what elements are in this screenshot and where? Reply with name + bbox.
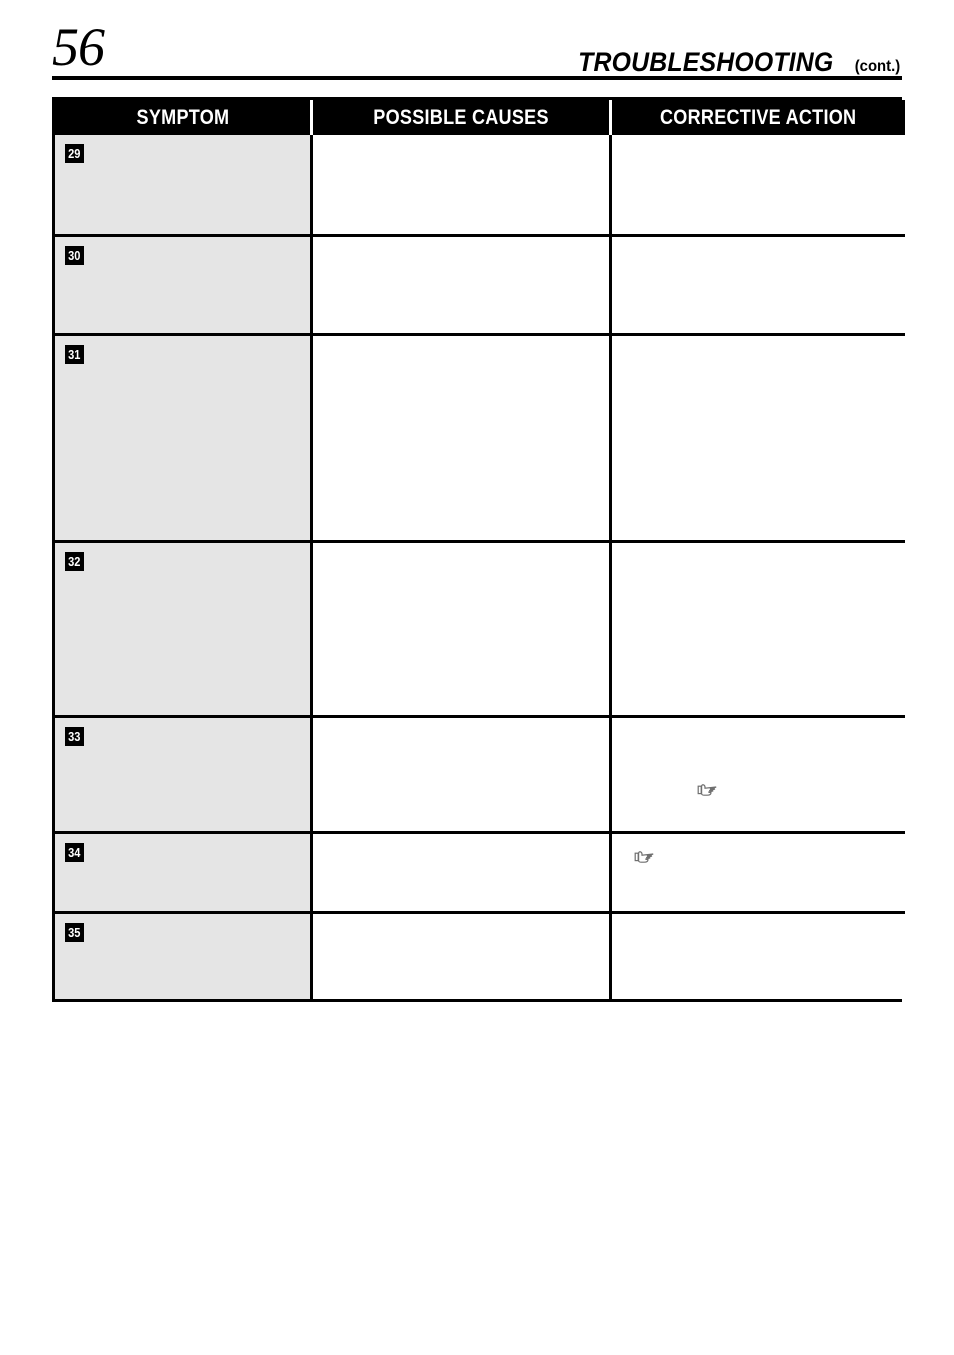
symptom-number-badge-label: 33 — [68, 729, 81, 744]
symptom-cell: 32 — [55, 540, 312, 717]
corrective-action-cell — [609, 234, 905, 335]
corrective-action-cell — [609, 540, 905, 717]
pointing-hand-icon — [697, 781, 719, 797]
symptom-number-badge-label: 30 — [68, 248, 81, 263]
corrective-action-cell — [609, 135, 905, 236]
page-title: TROUBLESHOOTING — [577, 47, 834, 77]
possible-causes-cell — [310, 715, 611, 833]
symptom-cell: 35 — [55, 911, 312, 999]
column-header-possible-causes: POSSIBLE CAUSES — [310, 100, 611, 135]
table-row: 32 — [55, 540, 905, 717]
possible-causes-cell — [310, 540, 611, 717]
symptom-number-badge-label: 29 — [68, 146, 81, 161]
corrective-action-cell — [609, 911, 905, 999]
symptom-number-badge: 30 — [65, 246, 84, 265]
symptom-cell: 33 — [55, 715, 312, 833]
possible-causes-cell — [310, 135, 611, 236]
symptom-number-badge: 29 — [65, 144, 84, 163]
corrective-action-cell — [609, 333, 905, 542]
column-header-corrective-action-label: CORRECTIVE ACTION — [660, 105, 857, 129]
table-row: 34 — [55, 831, 905, 913]
table-row: 35 — [55, 911, 905, 999]
column-header-corrective-action: CORRECTIVE ACTION — [609, 100, 905, 135]
table-row: 31 — [55, 333, 905, 542]
corrective-action-cell — [609, 715, 905, 833]
possible-causes-cell — [310, 831, 611, 913]
page-title-continued-label: (cont.) — [854, 58, 901, 75]
table-row: 29 — [55, 135, 905, 236]
symptom-number-badge-label: 34 — [68, 845, 81, 860]
symptom-number-badge: 33 — [65, 727, 84, 746]
table-row: 30 — [55, 234, 905, 335]
document-header: TROUBLESHOOTING (cont.) — [567, 47, 902, 78]
symptom-cell: 34 — [55, 831, 312, 913]
column-header-possible-causes-label: POSSIBLE CAUSES — [373, 105, 549, 129]
table-header-row: SYMPTOM POSSIBLE CAUSES CORRECTIVE ACTIO… — [55, 100, 905, 135]
page-number: 56 — [52, 17, 105, 77]
table-body: 29 30 31 32 33 34 35 — [55, 135, 905, 999]
troubleshooting-table: SYMPTOM POSSIBLE CAUSES CORRECTIVE ACTIO… — [52, 97, 905, 1002]
pointing-hand-icon — [634, 848, 656, 864]
possible-causes-cell — [310, 234, 611, 335]
symptom-cell: 29 — [55, 135, 312, 236]
header-divider — [52, 76, 902, 80]
corrective-action-cell — [609, 831, 905, 913]
symptom-number-badge-label: 35 — [68, 925, 81, 940]
column-header-symptom-label: SYMPTOM — [136, 105, 229, 129]
page-header: 56 TROUBLESHOOTING (cont.) — [52, 18, 902, 80]
symptom-number-badge-label: 32 — [68, 554, 81, 569]
possible-causes-cell — [310, 911, 611, 999]
symptom-cell: 30 — [55, 234, 312, 335]
symptom-number-badge: 34 — [65, 843, 84, 862]
table-row: 33 — [55, 715, 905, 833]
symptom-number-badge-label: 31 — [68, 347, 81, 362]
possible-causes-cell — [310, 333, 611, 542]
column-header-symptom: SYMPTOM — [55, 100, 312, 135]
symptom-number-badge: 31 — [65, 345, 84, 364]
symptom-number-badge: 35 — [65, 923, 84, 942]
symptom-cell: 31 — [55, 333, 312, 542]
symptom-number-badge: 32 — [65, 552, 84, 571]
